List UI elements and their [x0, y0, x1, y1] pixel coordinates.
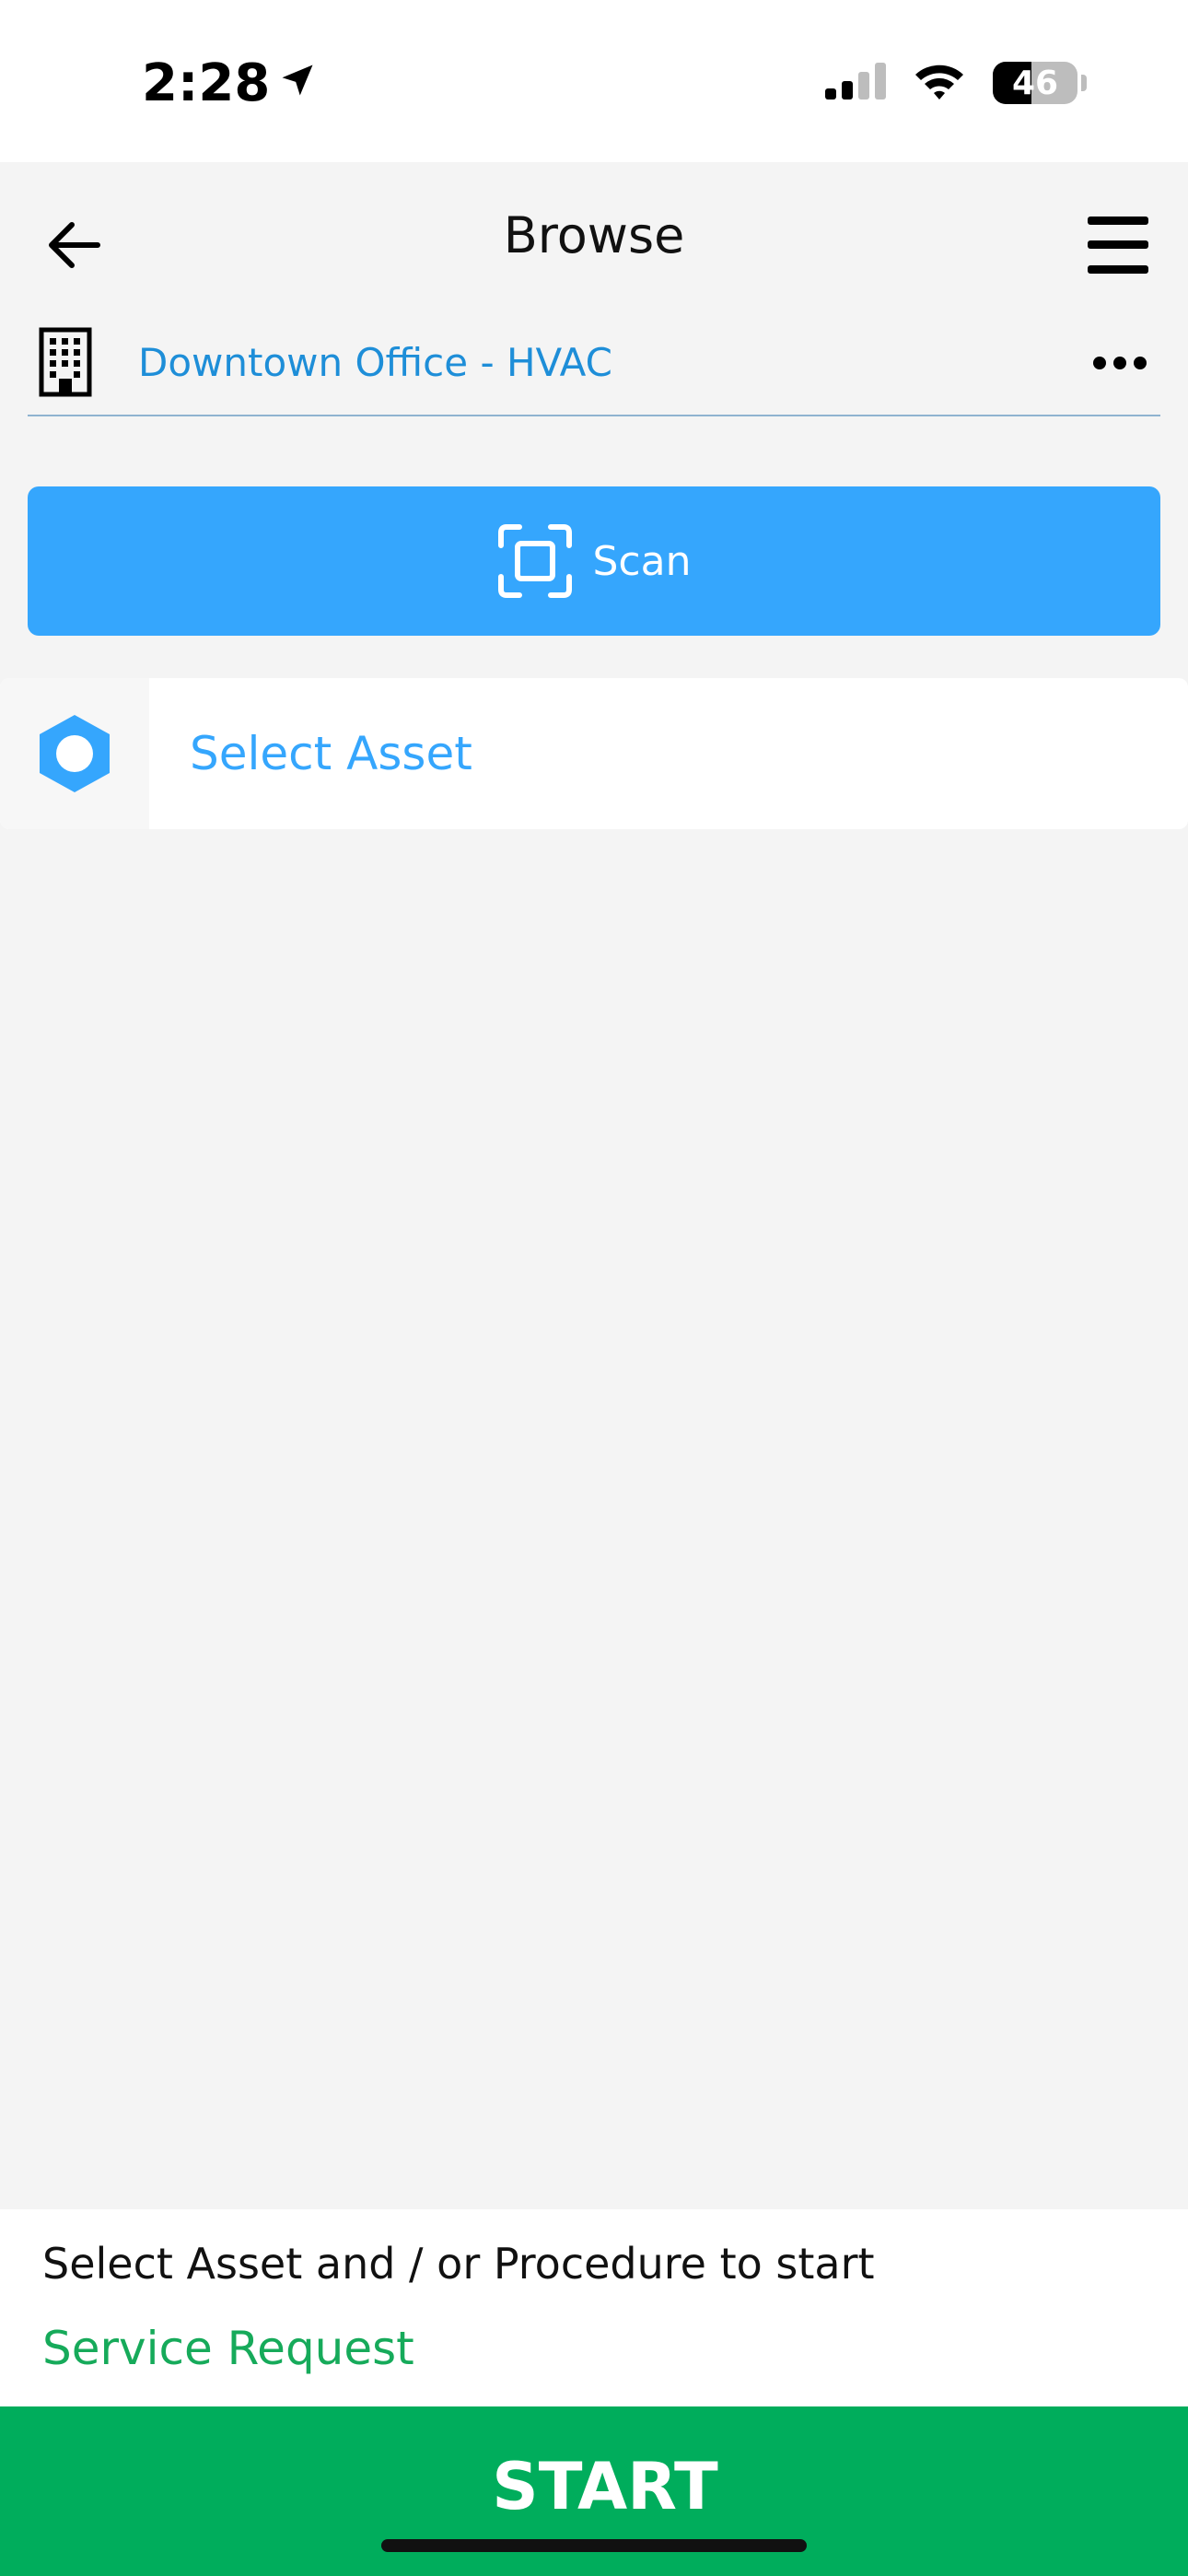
- start-label: START: [492, 2449, 718, 2524]
- location-selector[interactable]: Downtown Office - HVAC: [28, 310, 1160, 416]
- status-indicators: 46: [825, 53, 1087, 112]
- battery-icon: 46: [993, 62, 1077, 104]
- scan-frame-icon: [497, 524, 572, 598]
- start-hint: Select Asset and / or Procedure to start: [42, 2239, 875, 2289]
- status-bar: 2:28 46: [0, 0, 1188, 162]
- select-asset-label: Select Asset: [190, 727, 472, 780]
- header: Browse: [0, 162, 1188, 319]
- cellular-signal-icon: [825, 63, 886, 103]
- more-options-button[interactable]: [1083, 335, 1157, 391]
- service-request-link[interactable]: Service Request: [42, 2322, 414, 2375]
- select-asset-row[interactable]: Select Asset: [0, 678, 1188, 829]
- hexagon-icon: [40, 715, 110, 792]
- battery-cap: [1081, 75, 1087, 91]
- battery-indicator: 46: [993, 62, 1087, 104]
- browse-screen: 2:28 46 Browse Downtown Office - HVAC Sc…: [0, 0, 1188, 2576]
- battery-level: 46: [1011, 64, 1059, 102]
- scan-button[interactable]: Scan: [28, 486, 1160, 636]
- status-time: 2:28: [142, 53, 271, 113]
- location-arrow-icon: [277, 53, 318, 113]
- ellipsis-icon: [1093, 357, 1147, 369]
- menu-button[interactable]: [1081, 208, 1155, 282]
- wifi-icon: [914, 62, 965, 104]
- home-indicator: [381, 2539, 807, 2552]
- hamburger-menu-icon: [1088, 217, 1148, 274]
- bottom-panel: Select Asset and / or Procedure to start…: [0, 2209, 1188, 2406]
- page-title: Browse: [503, 206, 685, 264]
- status-time-group: 2:28: [142, 46, 318, 120]
- scan-label: Scan: [592, 537, 692, 585]
- building-icon: [39, 323, 103, 401]
- asset-icon-cell: [0, 678, 149, 829]
- location-name: Downtown Office - HVAC: [138, 339, 612, 385]
